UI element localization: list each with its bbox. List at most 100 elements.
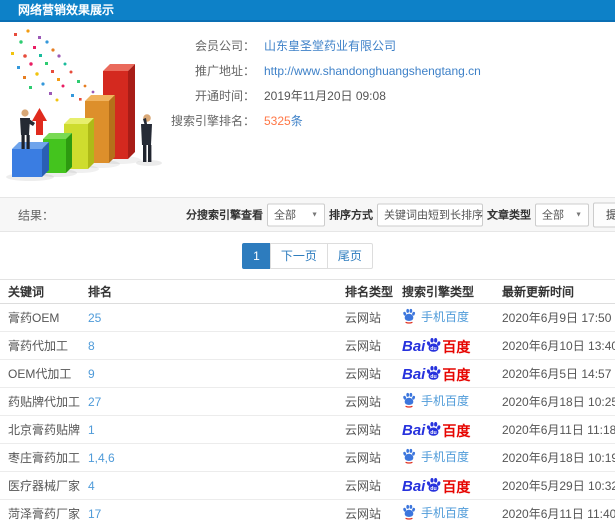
svg-text:du: du bbox=[431, 346, 437, 352]
growth-chart-graphic bbox=[6, 29, 162, 181]
field-url: 推广地址： http://www.shandonghuangshengtang.… bbox=[163, 58, 615, 83]
table-row: 药贴牌代加工 27 云网站 手机百度 2020年6月18日 10:25 bbox=[0, 387, 615, 416]
header-rank: 排名 bbox=[80, 279, 337, 304]
mobile-baidu-label: 手机百度 bbox=[421, 505, 470, 520]
mobile-baidu-link[interactable]: 手机百度 bbox=[402, 448, 469, 465]
updated-time-cell: 2020年5月29日 10:32 bbox=[494, 471, 615, 500]
rank-count-value: 5325 bbox=[264, 113, 291, 128]
engine-type-cell: Bai du 百度 bbox=[394, 471, 494, 500]
keyword-cell: 膏药代加工 bbox=[0, 331, 80, 360]
table-row: 北京膏药贴牌 1 云网站 Bai du 百度 2020年6月11日 11:18 bbox=[0, 415, 615, 444]
result-label: 结果： bbox=[18, 208, 55, 222]
keyword-ranking-table: 关键词 排名 排名类型 搜索引擎类型 最新更新时间 膏药OEM 25 云网站 手机百… bbox=[0, 279, 615, 520]
keyword-cell: 药贴牌代加工 bbox=[0, 387, 80, 416]
header-keyword: 关键词 bbox=[0, 279, 80, 304]
article-type-select[interactable]: 全部 ▼ bbox=[535, 203, 589, 226]
engine-type-cell: 手机百度 bbox=[394, 303, 494, 332]
svg-text:du: du bbox=[431, 430, 437, 436]
baidu-logo[interactable]: Bai du 百度 bbox=[402, 337, 470, 354]
mobile-baidu-link[interactable]: 手机百度 bbox=[402, 308, 469, 325]
sort-select-value: 关键词由短到长排序 bbox=[384, 209, 483, 222]
page-button-current[interactable]: 1 bbox=[242, 243, 271, 269]
keyword-cell: 北京膏药贴牌 bbox=[0, 415, 80, 444]
engine-select-value: 全部 bbox=[274, 209, 296, 222]
baidu-logo[interactable]: Bai du 百度 bbox=[402, 421, 470, 438]
rank-type-cell: 云网站 bbox=[337, 415, 394, 444]
header-rank-type: 排名类型 bbox=[337, 279, 394, 304]
member-info-fields: 会员公司： 山东皇圣堂药业有限公司 推广地址： http://www.shand… bbox=[163, 22, 615, 133]
svg-text:du: du bbox=[431, 486, 437, 492]
engine-type-cell: 手机百度 bbox=[394, 443, 494, 472]
engine-type-cell: Bai du 百度 bbox=[394, 415, 494, 444]
rank-type-cell: 云网站 bbox=[337, 387, 394, 416]
updated-time-cell: 2020年6月11日 11:18 bbox=[494, 415, 615, 444]
mobile-baidu-paw-icon bbox=[403, 309, 416, 324]
mobile-baidu-link[interactable]: 手机百度 bbox=[402, 392, 469, 409]
last-page-button[interactable]: 尾页 bbox=[326, 243, 373, 269]
updated-time-cell: 2020年6月18日 10:25 bbox=[494, 387, 615, 416]
page-title: 网络营销效果展示 bbox=[18, 3, 115, 17]
updated-time-cell: 2020年6月9日 17:50 bbox=[494, 303, 615, 332]
promotion-url-link[interactable]: http://www.shandonghuangshengtang.cn bbox=[264, 64, 481, 78]
updated-time-cell: 2020年6月18日 10:19 bbox=[494, 443, 615, 472]
page-header: 网络营销效果展示 bbox=[0, 0, 615, 22]
engine-type-cell: Bai du 百度 bbox=[394, 359, 494, 388]
rank-link[interactable]: 27 bbox=[80, 387, 337, 416]
updated-time-cell: 2020年6月10日 13:40 bbox=[494, 331, 615, 360]
keyword-cell: OEM代加工 bbox=[0, 359, 80, 388]
info-section: 会员公司： 山东皇圣堂药业有限公司 推广地址： http://www.shand… bbox=[0, 22, 615, 197]
mobile-baidu-paw-icon bbox=[403, 393, 416, 408]
table-row: 菏泽膏药厂家 17 云网站 手机百度 2020年6月11日 11:40 bbox=[0, 499, 615, 520]
engine-type-cell: 手机百度 bbox=[394, 387, 494, 416]
table-row: 枣庄膏药加工 1,4,6 云网站 手机百度 2020年6月18日 10:19 bbox=[0, 443, 615, 472]
article-type-label: 文章类型 bbox=[487, 209, 531, 222]
rank-link[interactable]: 1 bbox=[80, 415, 337, 444]
mobile-baidu-label: 手机百度 bbox=[421, 393, 470, 408]
rank-link[interactable]: 25 bbox=[80, 303, 337, 332]
rank-link[interactable]: 1,4,6 bbox=[80, 443, 337, 472]
rank-count-unit: 条 bbox=[290, 114, 303, 128]
filter-bar: 结果： 分搜索引擎查看 全部 ▼ 排序方式 关键词由短到长排序 ▼ 文章类型 全… bbox=[0, 197, 615, 232]
rank-link[interactable]: 17 bbox=[80, 499, 337, 520]
engine-type-cell: Bai du 百度 bbox=[394, 331, 494, 360]
mobile-baidu-paw-icon bbox=[403, 449, 416, 464]
engine-select[interactable]: 全部 ▼ bbox=[267, 203, 325, 226]
table-header-row: 关键词 排名 排名类型 搜索引擎类型 最新更新时间 bbox=[0, 279, 615, 304]
baidu-logo[interactable]: Bai du 百度 bbox=[402, 365, 470, 382]
rank-link[interactable]: 9 bbox=[80, 359, 337, 388]
open-time-value: 2019年11月20日 09:08 bbox=[264, 89, 386, 103]
updated-time-cell: 2020年6月5日 14:57 bbox=[494, 359, 615, 388]
baidu-logo[interactable]: Bai du 百度 bbox=[402, 477, 470, 494]
mobile-baidu-link[interactable]: 手机百度 bbox=[402, 504, 469, 520]
rank-type-cell: 云网站 bbox=[337, 331, 394, 360]
submit-button[interactable]: 提交 bbox=[593, 202, 615, 227]
field-open-time: 开通时间： 2019年11月20日 09:08 bbox=[163, 83, 615, 108]
sort-select[interactable]: 关键词由短到长排序 ▼ bbox=[377, 203, 494, 226]
field-rank-count: 搜索引擎排名： 5325 条 bbox=[163, 108, 615, 133]
businessman-right bbox=[141, 114, 152, 162]
table-row: OEM代加工 9 云网站 Bai du 百度 2020年6月5日 14:57 bbox=[0, 359, 615, 388]
chevron-down-icon: ▼ bbox=[311, 211, 318, 218]
company-name-link[interactable]: 山东皇圣堂药业有限公司 bbox=[264, 37, 396, 54]
rank-type-cell: 云网站 bbox=[337, 499, 394, 520]
keyword-cell: 菏泽膏药厂家 bbox=[0, 499, 80, 520]
rank-type-cell: 云网站 bbox=[337, 471, 394, 500]
mobile-baidu-paw-icon bbox=[403, 505, 416, 520]
header-engine-type: 搜索引擎类型 bbox=[394, 279, 494, 304]
chevron-down-icon: ▼ bbox=[575, 211, 582, 218]
baidu-paw-icon: du bbox=[427, 421, 441, 436]
mobile-baidu-label: 手机百度 bbox=[421, 309, 470, 324]
filter-group: 分搜索引擎查看 全部 ▼ 排序方式 关键词由短到长排序 ▼ 文章类型 全部 ▼ … bbox=[186, 202, 615, 227]
table-row: 膏药代加工 8 云网站 Bai du 百度 2020年6月10日 13:40 bbox=[0, 331, 615, 360]
rank-link[interactable]: 4 bbox=[80, 471, 337, 500]
next-page-button[interactable]: 下一页 bbox=[269, 243, 328, 269]
rank-link[interactable]: 8 bbox=[80, 331, 337, 360]
header-updated: 最新更新时间 bbox=[494, 279, 615, 304]
keyword-cell: 医疗器械厂家 bbox=[0, 471, 80, 500]
svg-text:du: du bbox=[431, 374, 437, 380]
table-row: 膏药OEM 25 云网站 手机百度 2020年6月9日 17:50 bbox=[0, 303, 615, 332]
article-select-value: 全部 bbox=[542, 209, 564, 222]
up-arrow-icon bbox=[32, 108, 47, 135]
baidu-paw-icon: du bbox=[427, 477, 441, 492]
rank-type-cell: 云网站 bbox=[337, 359, 394, 388]
